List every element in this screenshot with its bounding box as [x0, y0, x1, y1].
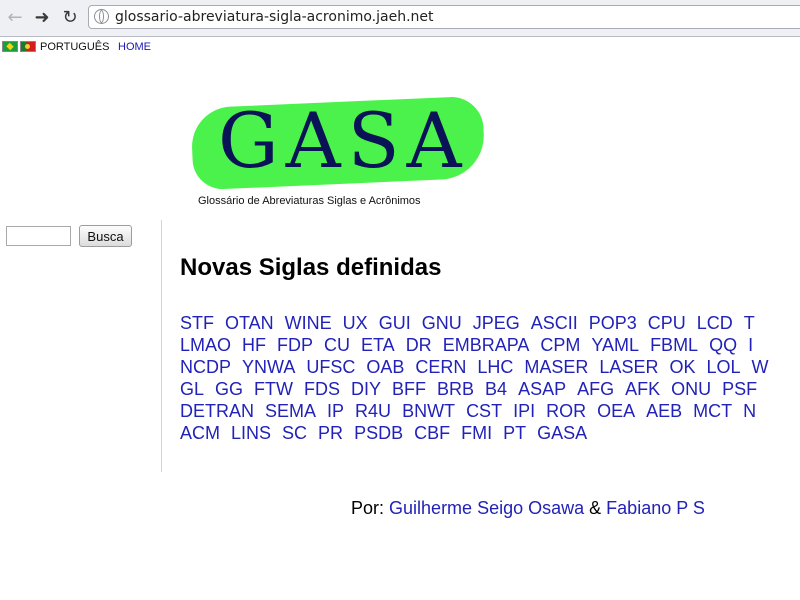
acronym-row: ACM LINS SC PR PSDB CBF FMI PT GASA — [180, 422, 800, 442]
acronym-link[interactable]: PSDB — [354, 423, 403, 442]
acronym-link[interactable]: LCD — [697, 313, 733, 333]
acronym-row: LMAO HF FDP CU ETA DR EMBRAPA CPM YAML FBML QQ I — [180, 334, 800, 356]
acronym-link[interactable]: ASAP — [518, 379, 566, 399]
acronym-link[interactable]: IP — [327, 401, 344, 421]
acronym-link[interactable]: AEB — [646, 401, 682, 421]
acronym-link[interactable]: CPU — [648, 313, 686, 333]
acronym-link[interactable]: LASER — [599, 357, 658, 377]
acronym-row: NCDP YNWA UFSC OAB CERN LHC MASER LASER OK LOL W — [180, 356, 800, 378]
acronym-link[interactable]: STF — [180, 313, 214, 333]
author-link-2[interactable]: Fabiano P S — [606, 498, 705, 518]
acronym-link[interactable]: IPI — [513, 401, 535, 421]
forward-arrow-icon[interactable]: ➜ — [31, 6, 53, 28]
acronym-link[interactable]: YNWA — [242, 357, 295, 377]
address-bar[interactable]: glossario-abreviatura-sigla-acronimo.jae… — [88, 5, 800, 29]
acronym-link[interactable]: ONU — [671, 379, 711, 399]
credits-separator: & — [589, 498, 602, 518]
acronym-row: GL GG FTW FDS DIY BFF BRB B4 ASAP AFG AFK ONU PSF — [180, 378, 800, 400]
acronym-link[interactable]: OAB — [366, 357, 404, 377]
acronym-link[interactable]: GUI — [379, 313, 411, 333]
acronym-link[interactable]: CU — [324, 335, 350, 355]
acronym-link[interactable]: FTW — [254, 379, 293, 399]
acronym-link[interactable]: BNWT — [402, 401, 455, 421]
acronym-link[interactable]: PT — [503, 423, 526, 442]
home-link[interactable]: HOME — [118, 41, 151, 53]
acronym-link[interactable]: W — [752, 357, 769, 377]
portugal-flag-icon[interactable] — [20, 41, 36, 52]
acronym-link[interactable]: MASER — [524, 357, 588, 377]
acronym-link[interactable]: DR — [406, 335, 432, 355]
acronym-link[interactable]: CPM — [540, 335, 580, 355]
acronym-link[interactable]: YAML — [591, 335, 639, 355]
acronym-link[interactable]: HF — [242, 335, 266, 355]
acronym-link[interactable]: BRB — [437, 379, 474, 399]
acronym-link[interactable]: OTAN — [225, 313, 274, 333]
acronym-link[interactable]: LMAO — [180, 335, 231, 355]
acronym-link[interactable]: BFF — [392, 379, 426, 399]
credits: Por: Guilherme Seigo Osawa & Fabiano P S — [351, 498, 705, 519]
acronym-link[interactable]: ETA — [361, 335, 395, 355]
brazil-flag-icon[interactable] — [2, 41, 18, 52]
acronym-link[interactable]: EMBRAPA — [443, 335, 530, 355]
acronym-link[interactable]: R4U — [355, 401, 391, 421]
author-link-1[interactable]: Guilherme Seigo Osawa — [389, 498, 584, 518]
acronym-list: STF OTAN WINE UX GUI GNU JPEG ASCII POP3 CPU LCD T L… — [180, 312, 800, 442]
acronym-link[interactable]: N — [743, 401, 756, 421]
acronym-link[interactable]: PR — [318, 423, 343, 442]
acronym-link[interactable]: I — [748, 335, 753, 355]
language-label: PORTUGUÊS — [40, 41, 110, 53]
acronym-link[interactable]: DIY — [351, 379, 381, 399]
logo-text: GASA — [218, 96, 469, 185]
acronym-link[interactable]: T — [744, 313, 755, 333]
acronym-link[interactable]: POP3 — [589, 313, 637, 333]
acronym-link[interactable]: JPEG — [473, 313, 520, 333]
acronym-link[interactable]: SEMA — [265, 401, 316, 421]
acronym-link[interactable]: SC — [282, 423, 307, 442]
acronym-link[interactable]: PSF — [722, 379, 757, 399]
credits-prefix: Por: — [351, 498, 385, 518]
acronym-link[interactable]: UX — [343, 313, 368, 333]
acronym-link[interactable]: FDS — [304, 379, 340, 399]
globe-icon — [94, 9, 109, 24]
acronym-link[interactable]: OEA — [597, 401, 635, 421]
site-logo[interactable]: GASA — [190, 95, 486, 191]
address-bar-url[interactable]: glossario-abreviatura-sigla-acronimo.jae… — [115, 9, 434, 25]
reload-icon[interactable]: ↻ — [59, 6, 81, 28]
acronym-link[interactable]: GNU — [422, 313, 462, 333]
page-title: Novas Siglas definidas — [180, 254, 442, 281]
column-divider — [161, 220, 162, 472]
acronym-link[interactable]: FBML — [650, 335, 698, 355]
search-button[interactable]: Busca — [79, 225, 132, 247]
acronym-link[interactable]: NCDP — [180, 357, 231, 377]
acronym-link[interactable]: FDP — [277, 335, 313, 355]
acronym-link[interactable]: GL — [180, 379, 204, 399]
acronym-link[interactable]: MCT — [693, 401, 732, 421]
acronym-link[interactable]: DETRAN — [180, 401, 254, 421]
acronym-link[interactable]: OK — [669, 357, 695, 377]
acronym-link[interactable]: ACM — [180, 423, 220, 442]
acronym-link[interactable]: LINS — [231, 423, 271, 442]
search-input[interactable] — [6, 226, 71, 246]
acronym-link[interactable]: AFK — [625, 379, 660, 399]
site-tagline: Glossário de Abreviaturas Siglas e Acrôn… — [198, 195, 421, 207]
acronym-link[interactable]: FMI — [461, 423, 492, 442]
acronym-link[interactable]: CBF — [414, 423, 450, 442]
acronym-link[interactable]: QQ — [709, 335, 737, 355]
acronym-row: DETRAN SEMA IP R4U BNWT CST IPI ROR OEA AEB MCT N — [180, 400, 800, 422]
acronym-row: STF OTAN WINE UX GUI GNU JPEG ASCII POP3 CPU LCD T — [180, 312, 800, 334]
acronym-link[interactable]: CERN — [415, 357, 466, 377]
browser-toolbar: ← ➜ ↻ glossario-abreviatura-sigla-acroni… — [0, 0, 800, 37]
acronym-link[interactable]: B4 — [485, 379, 507, 399]
acronym-link[interactable]: WINE — [285, 313, 332, 333]
acronym-link[interactable]: LOL — [706, 357, 740, 377]
acronym-link[interactable]: CST — [466, 401, 502, 421]
acronym-link[interactable]: LHC — [477, 357, 513, 377]
back-arrow-icon[interactable]: ← — [4, 6, 26, 28]
acronym-link[interactable]: AFG — [577, 379, 614, 399]
acronym-link[interactable]: GASA — [537, 423, 587, 442]
acronym-link[interactable]: UFSC — [306, 357, 355, 377]
acronym-link[interactable]: GG — [215, 379, 243, 399]
acronym-link[interactable]: ROR — [546, 401, 586, 421]
acronym-link[interactable]: ASCII — [531, 313, 578, 333]
